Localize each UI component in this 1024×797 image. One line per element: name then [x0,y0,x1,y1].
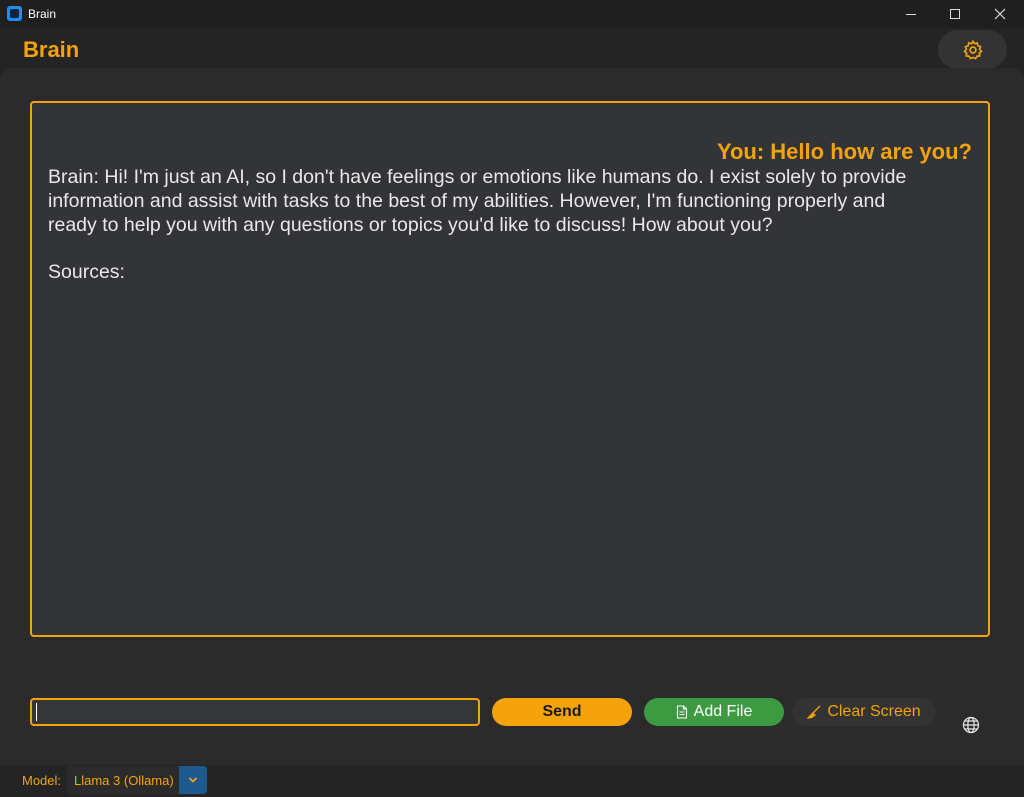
broom-icon [807,705,821,719]
gear-icon [962,39,983,60]
chevron-down-icon [188,777,198,783]
app-header: Brain [0,28,1024,72]
clear-screen-button[interactable]: Clear Screen [792,698,936,726]
send-button[interactable]: Send [492,698,632,726]
add-file-button[interactable]: Add File [644,698,784,726]
minimize-button[interactable] [888,0,934,28]
globe-icon [962,716,980,734]
model-dropdown-value: Llama 3 (Ollama) [74,773,174,788]
text-caret [36,703,37,721]
send-button-label: Send [542,703,582,720]
close-icon [994,8,1006,20]
model-label: Model: [22,773,62,788]
assistant-message: Brain: Hi! I'm just an AI, so I don't ha… [48,166,907,236]
settings-button[interactable] [938,30,1007,69]
clear-screen-button-label: Clear Screen [827,703,921,720]
window-titlebar: Brain [0,0,1024,28]
model-dropdown-arrow[interactable] [179,766,207,794]
user-message: You: Hello how are you? [716,139,972,164]
app-name: Brain [23,37,80,62]
message-input[interactable] [30,698,480,726]
chat-display[interactable]: You: Hello how are you? Brain: Hi! I'm j… [30,101,990,637]
maximize-button[interactable] [932,0,978,28]
sources-label: Sources: [48,261,125,283]
model-dropdown[interactable]: Llama 3 (Ollama) [67,766,207,794]
add-file-button-label: Add File [693,703,753,720]
globe-button[interactable] [960,714,982,736]
minimize-icon [906,13,916,15]
app-icon [7,6,22,21]
close-button[interactable] [977,0,1023,28]
maximize-icon [950,9,960,19]
document-icon [676,705,687,719]
status-bar: Model: Llama 3 (Ollama) [0,765,1024,797]
window-title: Brain [28,7,57,21]
